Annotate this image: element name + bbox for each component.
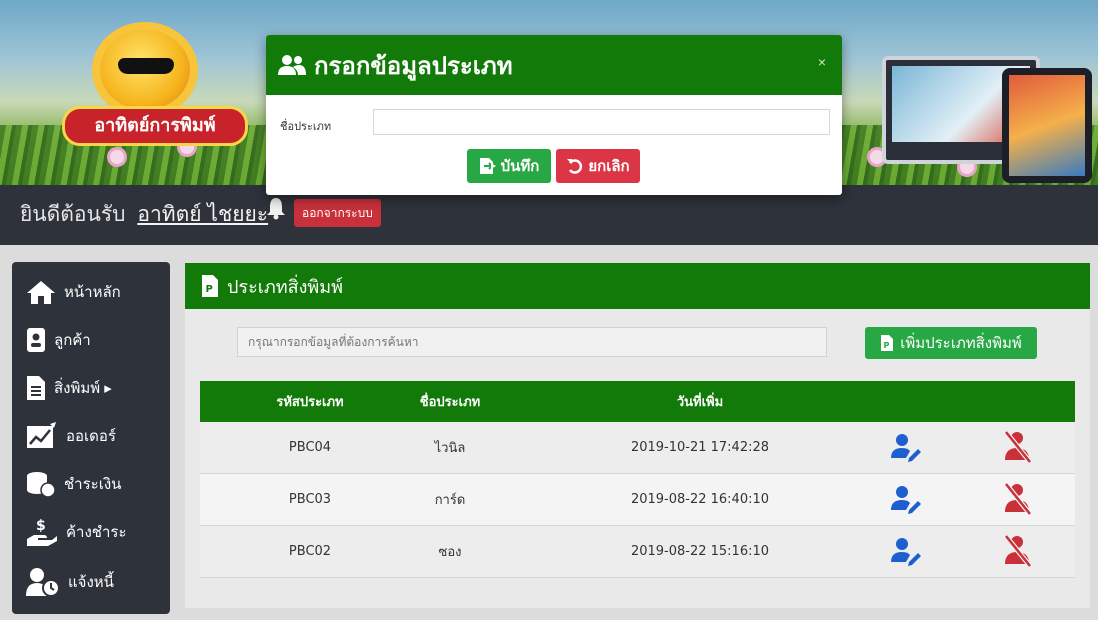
column-header-code: รหัสประเภท [276,395,344,410]
delete-user-icon[interactable] [1000,422,1034,473]
sunglasses-icon [118,58,174,74]
column-header-name: ชื่อประเภท [419,395,481,410]
chart-icon [27,422,56,448]
sign-in-icon [479,158,496,174]
sidebar-item-label: หน้าหลัก [64,284,121,301]
user-clock-icon [26,568,60,597]
sidebar-item-orders[interactable]: ออเดอร์ [12,412,170,460]
sidebar-item-customers[interactable]: ลูกค้า [12,316,170,364]
cell-code: PBC03 [288,492,332,507]
welcome-greeting: ยินดีต้อนรับ [20,203,126,226]
devices-illustration [822,28,1092,183]
edit-user-icon[interactable] [888,422,922,473]
bell-icon[interactable] [265,196,287,220]
home-icon [27,281,55,304]
cell-date: 2019-10-21 17:42:28 [630,440,770,455]
tablet-icon [1002,68,1092,183]
id-badge-icon [27,328,45,352]
user-profile-link[interactable]: อาทิตย์ ไชยยะ [137,203,268,226]
file-pdf-icon: P [202,275,218,297]
search-input[interactable] [237,327,827,357]
sidebar-item-payments[interactable]: ชำระเงิน [12,460,170,508]
sidebar-item-home[interactable]: หน้าหลัก [12,268,170,316]
cell-code: PBC02 [288,544,332,559]
sidebar-item-outstanding[interactable]: $ ค้างชำระ [12,508,170,556]
users-icon [278,55,306,75]
sidebar-item-invoices[interactable]: แจ้งหนี้ [12,558,170,606]
modal-close-button[interactable]: × [812,53,832,71]
sidebar-item-label: ค้างชำระ [66,524,127,541]
svg-text:$: $ [36,518,46,534]
table-row: PBC03 การ์ด 2019-08-22 16:40:10 [200,474,1075,526]
cell-code: PBC04 [288,440,332,455]
add-button-label: เพิ่มประเภทสิ่งพิมพ์ [900,335,1022,352]
modal-title: กรอกข้อมูลประเภท [314,52,513,80]
cell-date: 2019-08-22 15:16:10 [630,544,770,559]
undo-icon [567,159,583,174]
add-print-type-button[interactable]: P เพิ่มประเภทสิ่งพิมพ์ [865,327,1037,359]
cell-date: 2019-08-22 16:40:10 [630,492,770,507]
sidebar-item-label: ออเดอร์ [66,428,116,445]
save-button-label: บันทึก [500,158,540,175]
modal-header: กรอกข้อมูลประเภท × [266,35,842,95]
delete-user-icon[interactable] [1000,474,1034,525]
print-types-table: รหัสประเภท ชื่อประเภท วันที่เพิ่ม PBC04 … [200,381,1075,578]
panel-body: P เพิ่มประเภทสิ่งพิมพ์ รหัสประเภท ชื่อปร… [185,309,1090,608]
content-panel: P ประเภทสิ่งพิมพ์ P เพิ่มประเภทสิ่งพิมพ์… [185,263,1090,608]
type-name-input[interactable] [373,109,830,135]
site-logo[interactable]: อาทิตย์การพิมพ์ [40,20,248,150]
cell-name: การ์ด [434,493,466,508]
sidebar-item-label: สิ่งพิมพ์ ▸ [54,380,112,397]
cell-name: ซอง [438,545,462,560]
file-pdf-icon: P [881,335,894,351]
welcome-text: ยินดีต้อนรับ อาทิตย์ ไชยยะ [20,198,268,231]
table-header: รหัสประเภท ชื่อประเภท วันที่เพิ่ม [200,381,1075,422]
type-name-label: ชื่อประเภท [280,120,332,133]
sidebar-item-label: แจ้งหนี้ [68,574,114,591]
cancel-button-label: ยกเลิก [588,158,630,175]
sidebar-item-prints[interactable]: สิ่งพิมพ์ ▸ [12,364,170,412]
table-row: PBC02 ซอง 2019-08-22 15:16:10 [200,526,1075,578]
save-button[interactable]: บันทึก [467,149,551,183]
sidebar: หน้าหลัก ลูกค้า สิ่งพิมพ์ ▸ ออเดอร์ ชำระ… [12,262,170,614]
column-header-date: วันที่เพิ่ม [676,395,724,410]
table-body: PBC04 ไวนิล 2019-10-21 17:42:28 PBC03 กา… [200,422,1075,578]
coins-icon [27,472,56,498]
sidebar-item-label: ชำระเงิน [64,476,122,493]
svg-text:P: P [206,284,213,295]
delete-user-icon[interactable] [1000,526,1034,577]
panel-header: P ประเภทสิ่งพิมพ์ [185,263,1090,309]
sidebar-item-label: ลูกค้า [54,332,91,349]
edit-user-icon[interactable] [888,474,922,525]
dollar-hand-icon: $ [27,518,57,546]
panel-title: ประเภทสิ่งพิมพ์ [227,276,344,297]
cell-name: ไวนิล [434,441,466,456]
svg-text:P: P [884,341,890,350]
cancel-button[interactable]: ยกเลิก [556,149,640,183]
add-type-modal: กรอกข้อมูลประเภท × ชื่อประเภท บันทึก ยกเ… [266,35,842,195]
logout-button[interactable]: ออกจากระบบ [294,199,381,227]
table-row: PBC04 ไวนิล 2019-10-21 17:42:28 [200,422,1075,474]
logo-text: อาทิตย์การพิมพ์ [62,106,248,146]
edit-user-icon[interactable] [888,526,922,577]
file-icon [27,376,45,400]
